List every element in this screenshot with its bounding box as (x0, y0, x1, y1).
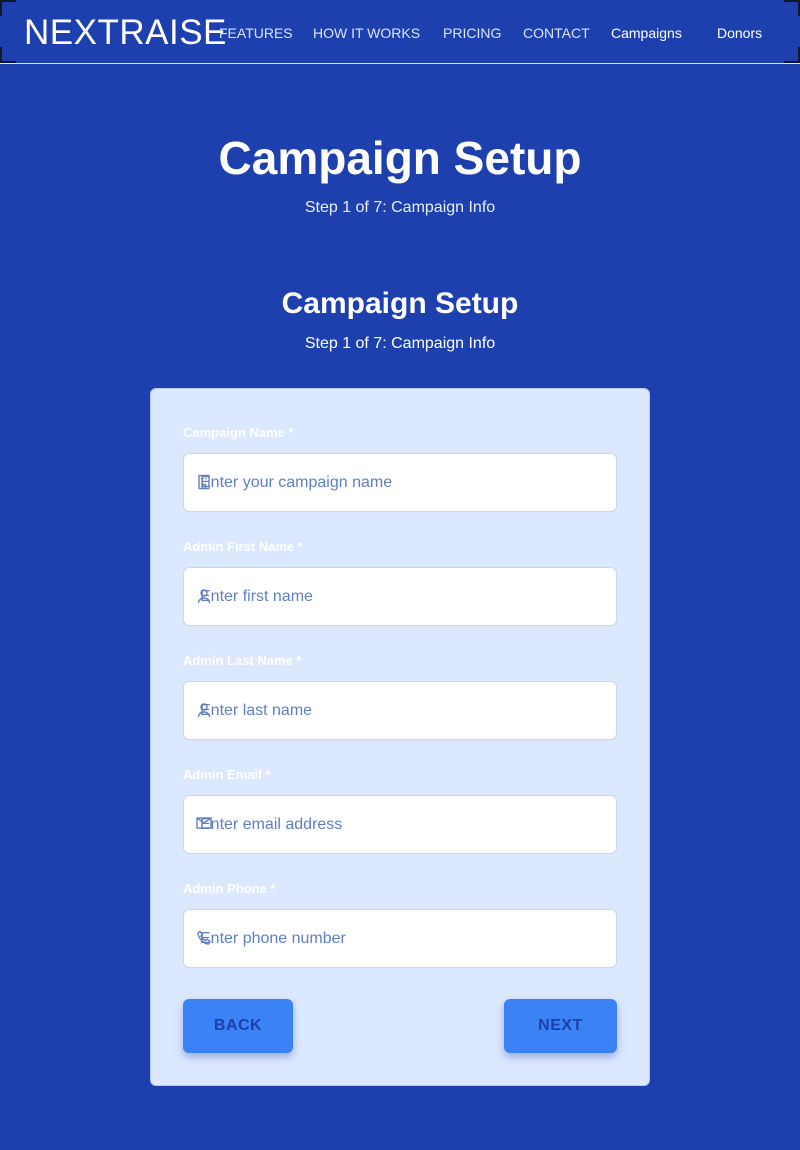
corner-mark (0, 47, 16, 63)
top-nav-bar: NEXTRAISE FEATURES HOW IT WORKS PRICING … (0, 0, 800, 64)
corner-mark (0, 0, 16, 16)
nav-link-campaigns[interactable]: Campaigns (611, 24, 682, 42)
section-title: Campaign Setup (281, 287, 519, 320)
nav-link-contact[interactable]: CONTACT (523, 24, 590, 42)
admin-phone-input[interactable] (200, 910, 600, 967)
admin-last-name-input[interactable] (200, 682, 600, 739)
campaign-name-field (183, 453, 617, 512)
admin-first-name-label: Admin First Name * (183, 539, 303, 554)
admin-email-label: Admin Email * (183, 767, 271, 782)
admin-first-name-field (183, 567, 617, 626)
section-subtitle: Step 1 of 7: Campaign Info (304, 335, 496, 352)
admin-email-input[interactable] (200, 796, 600, 853)
campaign-name-label: Campaign Name * (183, 425, 294, 440)
nav-link-donors[interactable]: Donors (717, 24, 762, 42)
nav-link-how-it-works[interactable]: HOW IT WORKS (313, 24, 420, 42)
back-button[interactable]: BACK (183, 999, 293, 1053)
page-subtitle: Step 1 of 7: Campaign Info (304, 199, 496, 216)
next-button[interactable]: NEXT (504, 999, 617, 1053)
main-nav: FEATURES HOW IT WORKS PRICING CONTACT Ca… (0, 24, 800, 42)
nav-link-pricing[interactable]: PRICING (443, 24, 501, 42)
campaign-form-card: Campaign Name * Admin First Name * Admin… (150, 388, 650, 1086)
corner-mark (784, 47, 800, 63)
admin-email-field (183, 795, 617, 854)
admin-last-name-field (183, 681, 617, 740)
admin-phone-label: Admin Phone * (183, 881, 276, 896)
campaign-name-input[interactable] (200, 454, 600, 511)
admin-phone-field (183, 909, 617, 968)
admin-last-name-label: Admin Last Name * (183, 653, 302, 668)
nav-link-features[interactable]: FEATURES (219, 24, 293, 42)
admin-first-name-input[interactable] (200, 568, 600, 625)
corner-mark (784, 0, 800, 16)
page-title: Campaign Setup (218, 132, 582, 184)
